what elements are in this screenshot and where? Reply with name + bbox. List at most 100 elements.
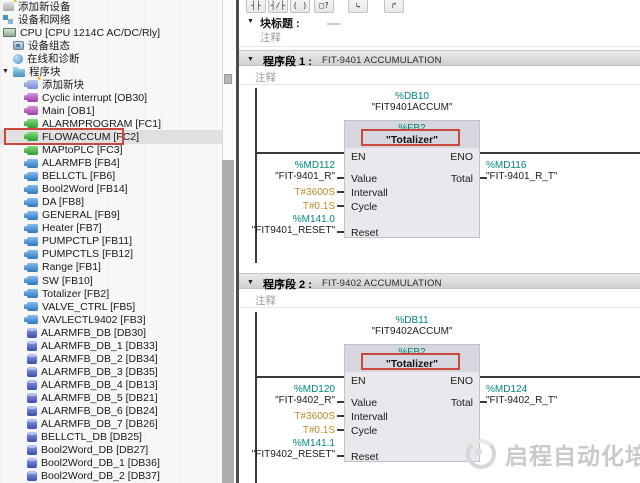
ladder-toolbar: ┤├┤/├( ) □? ↳ ↱ xyxy=(239,0,640,13)
db-icon xyxy=(27,458,37,468)
fb-icon xyxy=(27,172,38,181)
tree-item[interactable]: PUMPCTLS [FB12] xyxy=(0,248,222,261)
no-contact-button[interactable]: ┤├ xyxy=(246,0,266,13)
instance-db-label[interactable]: %DB10 "FIT9401ACCUM" xyxy=(344,91,480,113)
operand-total[interactable]: %MD116 "FIT-9401_R_T" xyxy=(486,160,636,182)
collapse-icon[interactable]: ▼ xyxy=(247,56,254,63)
tree-item[interactable]: ALARMFB_DB_2 [DB34] xyxy=(0,352,222,365)
wire xyxy=(337,415,344,417)
open-branch-button[interactable]: ↳ xyxy=(348,0,368,13)
tree-item[interactable]: ALARMFB [FB4] xyxy=(0,157,222,170)
add-block-icon xyxy=(27,80,38,89)
tree-item[interactable]: Main [OB1] xyxy=(0,104,222,117)
tree-item[interactable]: BELLCTL_DB [DB25] xyxy=(0,431,222,444)
close-branch-button[interactable]: ↱ xyxy=(384,0,404,13)
tree-item[interactable]: SW [FB10] xyxy=(0,274,222,287)
network-2-header[interactable]: ▼ 程序段 2 : FIT-9402 ACCUMULATION xyxy=(239,273,640,289)
network-title: 程序段 2 : xyxy=(263,276,312,292)
port-cycle: Cycle xyxy=(351,201,377,213)
tree-item[interactable]: DA [FB8] xyxy=(0,196,222,209)
config-icon xyxy=(13,41,24,50)
db-icon xyxy=(27,341,37,351)
tree-item[interactable]: 设备组态 xyxy=(0,39,222,52)
tree-item[interactable]: ▼ 程序块 xyxy=(0,65,222,78)
tree-item[interactable]: GENERAL [FB9] xyxy=(0,209,222,222)
block-title-placeholder[interactable] xyxy=(327,23,340,25)
tree-item[interactable]: PUMPCTLP [FB11] xyxy=(0,235,222,248)
tree-item[interactable]: BELLCTL [FB6] xyxy=(0,170,222,183)
tree-item[interactable]: ALARMFB_DB_7 [DB26] xyxy=(0,418,222,431)
operand-reset[interactable]: %M141.0 "FIT9401_RESET" xyxy=(239,214,335,236)
instance-db-label[interactable]: %DB11 "FIT9402ACCUM" xyxy=(344,315,480,337)
operand-intervall[interactable]: T#3600S xyxy=(239,411,335,422)
empty-box-button[interactable]: □? xyxy=(314,0,334,13)
port-reset: Reset xyxy=(351,451,378,463)
collapse-icon[interactable]: ▼ xyxy=(247,18,254,25)
tree-scrollbar[interactable] xyxy=(222,0,234,483)
tree-item[interactable]: 添加新设备 xyxy=(0,0,222,13)
en-pin: EN xyxy=(351,151,366,163)
tree-item[interactable]: VAVLECTL9402 [FB3] xyxy=(0,313,222,326)
tree-item[interactable]: Cyclic interrupt [OB30] xyxy=(0,91,222,104)
function-block-totalizer[interactable]: %FB2 "Totalizer" EN ENO Value Intervall … xyxy=(344,344,480,462)
expander-icon[interactable]: ▼ xyxy=(2,68,11,75)
tree-item[interactable]: Range [FB1] xyxy=(0,261,222,274)
operand-intervall[interactable]: T#3600S xyxy=(239,187,335,198)
tree-item[interactable]: Bool2Word_DB_1 [DB36] xyxy=(0,457,222,470)
network-comment[interactable]: 注释 xyxy=(255,70,276,85)
panel-splitter[interactable] xyxy=(222,160,234,483)
tree-item[interactable]: MAPtoPLC [FC3] xyxy=(0,144,222,157)
tree-item[interactable]: ALARMFB_DB_5 [DB21] xyxy=(0,391,222,404)
db-icon xyxy=(27,354,37,364)
operand-reset[interactable]: %M141.1 "FIT9402_RESET" xyxy=(239,438,335,460)
tree-item[interactable]: 在线和诊断 xyxy=(0,52,222,65)
db-icon xyxy=(27,328,37,338)
operand-cycle[interactable]: T#0.1S xyxy=(239,201,335,212)
tree-item[interactable]: ALARMFB_DB_1 [DB33] xyxy=(0,339,222,352)
tree-item[interactable]: CPU [CPU 1214C AC/DC/Rly] xyxy=(0,26,222,39)
block-header: %FB2 "Totalizer" xyxy=(345,121,479,148)
highlight-annotation-totalizer xyxy=(361,129,460,146)
wire xyxy=(480,376,640,378)
db-icon xyxy=(27,393,37,403)
fb-icon xyxy=(27,263,38,272)
tree-item[interactable]: VALVE_CTRL [FB5] xyxy=(0,300,222,313)
tree-item[interactable]: ALARMFB_DB_4 [DB13] xyxy=(0,378,222,391)
block-comment[interactable]: 注释 xyxy=(260,30,281,45)
tree-item[interactable]: 设备和网络 xyxy=(0,13,222,26)
network-subtitle: FIT-9401 ACCUMULATION xyxy=(322,55,442,66)
fb-icon xyxy=(27,198,38,207)
operand-cycle[interactable]: T#0.1S xyxy=(239,425,335,436)
fb-icon xyxy=(27,289,38,298)
network-comment[interactable]: 注释 xyxy=(255,293,276,308)
tree-item[interactable]: Bool2Word_DB_2 [DB37] xyxy=(0,470,222,483)
tree-item[interactable]: Totalizer [FB2] xyxy=(0,287,222,300)
operand-total[interactable]: %MD124 "FIT-9402_R_T" xyxy=(486,384,636,406)
cpu-icon xyxy=(3,28,16,37)
db-icon xyxy=(27,380,37,390)
operand-value[interactable]: %MD120 "FIT-9402_R" xyxy=(239,384,335,406)
wire xyxy=(337,205,344,207)
network-1-header[interactable]: ▼ 程序段 1 : FIT-9401 ACCUMULATION xyxy=(239,50,640,66)
collapse-icon[interactable]: ▼ xyxy=(247,279,254,286)
port-cycle: Cycle xyxy=(351,425,377,437)
add-device-icon xyxy=(3,2,14,11)
tree-item[interactable]: 添加新块 xyxy=(0,78,222,91)
scrollbar-thumb[interactable] xyxy=(224,74,232,84)
network-title: 程序段 1 : xyxy=(263,53,312,69)
tree-item[interactable]: ALARMFB_DB [DB30] xyxy=(0,326,222,339)
tree-item[interactable]: ALARMFB_DB_6 [DB24] xyxy=(0,404,222,417)
operand-value[interactable]: %MD112 "FIT-9401_R" xyxy=(239,160,335,182)
function-block-totalizer[interactable]: %FB2 "Totalizer" EN ENO Value Intervall … xyxy=(344,120,480,238)
coil-button[interactable]: ( ) xyxy=(290,0,310,13)
project-tree: 添加新设备 设备和网络 CPU [CPU 1214C AC/DC/Rly] 设备… xyxy=(0,0,222,483)
db-icon xyxy=(27,471,37,481)
tree-item[interactable]: Bool2Word [FB14] xyxy=(0,183,222,196)
tree-item[interactable]: Heater [FB7] xyxy=(0,222,222,235)
tree-item[interactable]: Bool2Word_DB [DB27] xyxy=(0,444,222,457)
fb-icon xyxy=(27,315,38,324)
program-editor: ┤├┤/├( )□?↳↱ ▼ 块标题 : 注释 ▼ 程序段 1 : FIT-94… xyxy=(239,0,640,483)
wire xyxy=(337,231,344,233)
nc-contact-button[interactable]: ┤/├ xyxy=(268,0,288,13)
tree-item[interactable]: ALARMFB_DB_3 [DB35] xyxy=(0,365,222,378)
